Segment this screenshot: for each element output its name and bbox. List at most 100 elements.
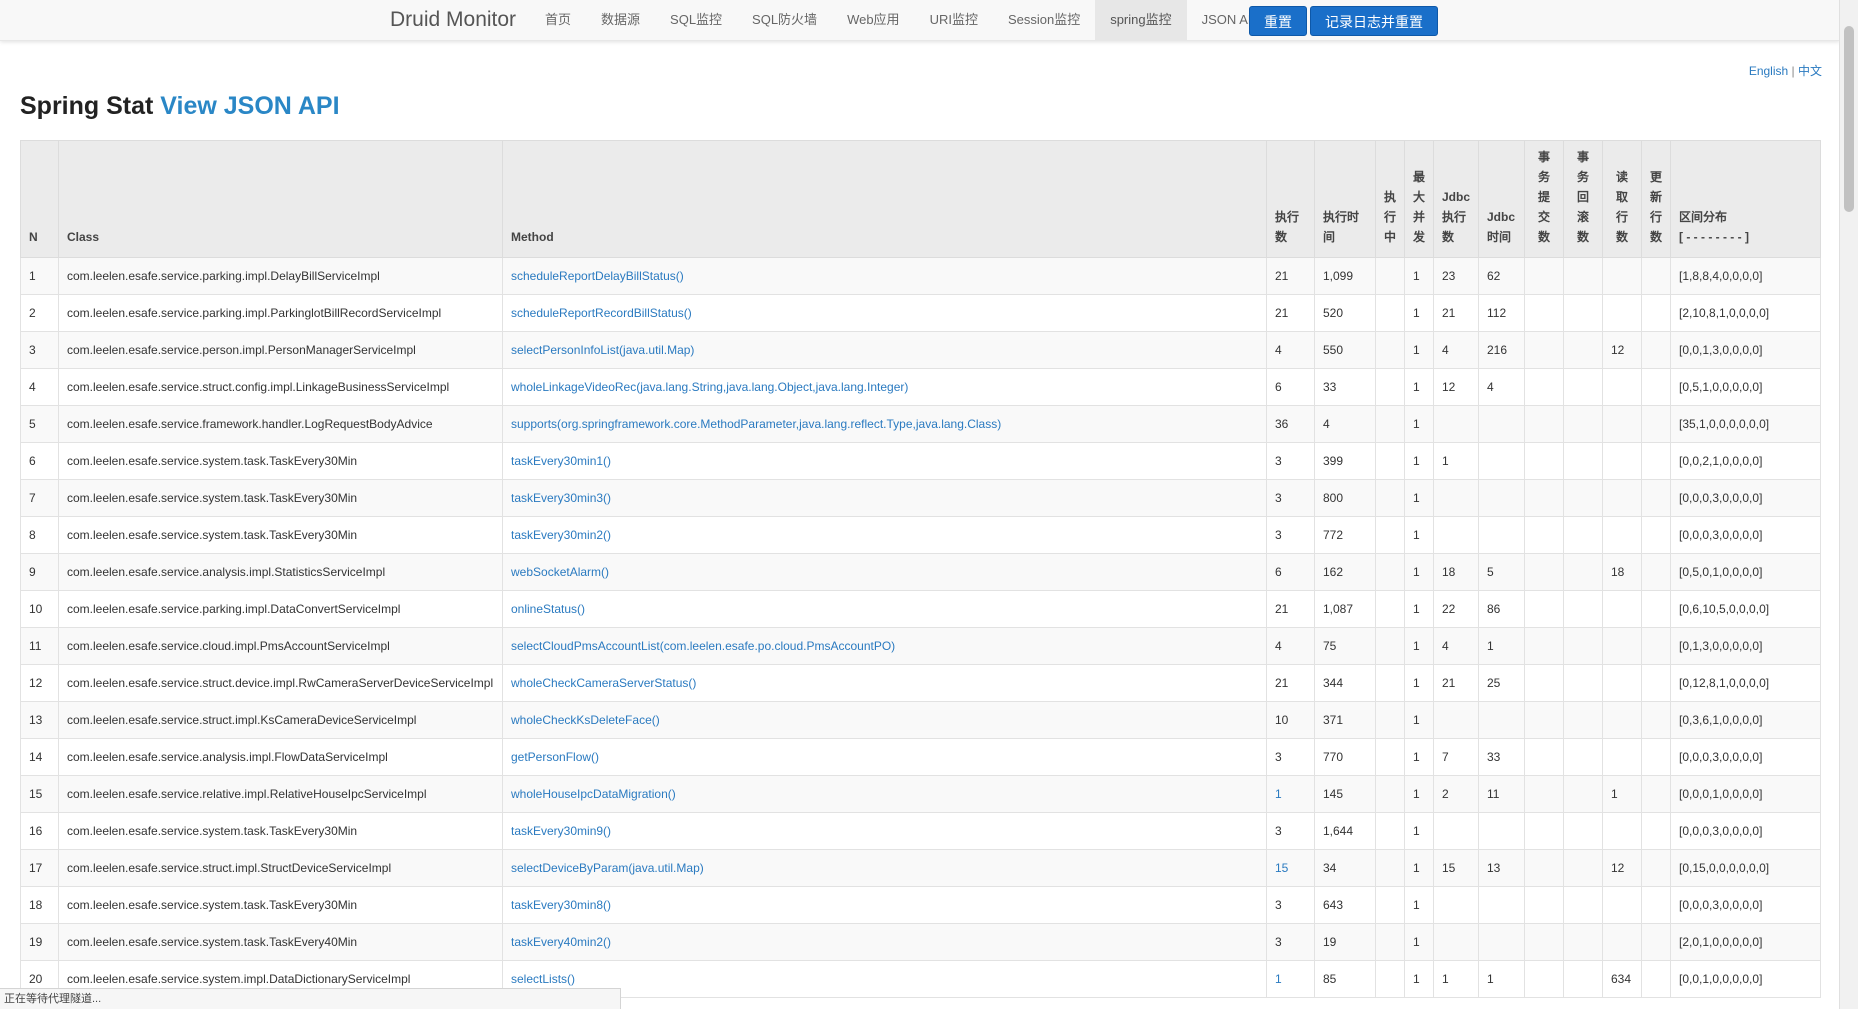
browser-status-bar: 正在等待代理隧道... bbox=[0, 988, 621, 1009]
cell-jdbc-exec-count: 4 bbox=[1433, 627, 1479, 665]
col-histogram[interactable]: 区间分布 [ - - - - - - - - ] bbox=[1670, 140, 1821, 258]
lang-chinese-link[interactable]: 中文 bbox=[1798, 64, 1822, 78]
col-jdbc-time[interactable]: Jdbc时间 bbox=[1478, 140, 1525, 258]
nav-item-3[interactable]: SQL防火墙 bbox=[737, 0, 832, 40]
cell-histogram: [0,12,8,1,0,0,0,0] bbox=[1670, 664, 1821, 702]
cell-histogram: [0,3,6,1,0,0,0,0] bbox=[1670, 701, 1821, 739]
cell-tx-commit bbox=[1524, 738, 1564, 776]
method-link[interactable]: selectLists() bbox=[511, 972, 575, 986]
brand-link[interactable]: Druid Monitor bbox=[390, 8, 516, 32]
method-link[interactable]: wholeCheckKsDeleteFace() bbox=[511, 713, 660, 727]
scrollbar-thumb[interactable] bbox=[1844, 26, 1854, 212]
reset-button[interactable]: 重置 bbox=[1249, 6, 1307, 36]
method-link[interactable]: selectDeviceByParam(java.util.Map) bbox=[511, 861, 704, 875]
method-link[interactable]: supports(org.springframework.core.Method… bbox=[511, 417, 1001, 431]
lang-english-link[interactable]: English bbox=[1749, 64, 1788, 78]
cell-fetch-rows bbox=[1602, 516, 1642, 554]
cell-tx-rollback bbox=[1563, 516, 1603, 554]
method-link[interactable]: taskEvery30min2() bbox=[511, 528, 611, 542]
col-jdbc-time-label: Jdbc时间 bbox=[1487, 210, 1516, 244]
vertical-scrollbar[interactable] bbox=[1839, 0, 1858, 1009]
table-row: 4 com.leelen.esafe.service.struct.config.… bbox=[20, 368, 1821, 406]
method-link[interactable]: taskEvery40min2() bbox=[511, 935, 611, 949]
spring-stat-table-wrapper: N Class Method 执行数 执行时间 执行中 最大并发 Jdbc执行数… bbox=[20, 140, 1821, 998]
col-n[interactable]: N bbox=[20, 140, 59, 258]
cell-tx-rollback bbox=[1563, 627, 1603, 665]
cell-class: com.leelen.esafe.service.parking.impl.De… bbox=[58, 257, 503, 295]
cell-max-concurrent: 1 bbox=[1404, 368, 1434, 406]
cell-jdbc-exec-count: 21 bbox=[1433, 294, 1479, 332]
col-update-rows[interactable]: 更新行数 bbox=[1641, 140, 1671, 258]
cell-exec-count: 15 bbox=[1266, 849, 1315, 887]
cell-fetch-rows: 12 bbox=[1602, 849, 1642, 887]
cell-update-rows bbox=[1641, 886, 1671, 924]
col-class[interactable]: Class bbox=[58, 140, 503, 258]
method-link[interactable]: taskEvery30min3() bbox=[511, 491, 611, 505]
cell-method: wholeCheckCameraServerStatus() bbox=[502, 664, 1267, 702]
cell-exec-count: 3 bbox=[1266, 738, 1315, 776]
method-link[interactable]: taskEvery30min9() bbox=[511, 824, 611, 838]
cell-n: 12 bbox=[20, 664, 59, 702]
cell-class: com.leelen.esafe.service.system.task.Tas… bbox=[58, 516, 503, 554]
cell-exec-count: 36 bbox=[1266, 405, 1315, 443]
table-row: 13 com.leelen.esafe.service.struct.impl.K… bbox=[20, 701, 1821, 739]
cell-exec-count: 21 bbox=[1266, 257, 1315, 295]
nav-item-2[interactable]: SQL监控 bbox=[655, 0, 737, 40]
log-and-reset-button[interactable]: 记录日志并重置 bbox=[1310, 6, 1438, 36]
method-link[interactable]: taskEvery30min8() bbox=[511, 898, 611, 912]
cell-jdbc-exec-count: 18 bbox=[1433, 553, 1479, 591]
method-link[interactable]: wholeLinkageVideoRec(java.lang.String,ja… bbox=[511, 380, 908, 394]
nav-item-6[interactable]: Session监控 bbox=[993, 0, 1095, 40]
view-json-api-link[interactable]: View JSON API bbox=[160, 92, 339, 120]
cell-exec-time: 162 bbox=[1314, 553, 1376, 591]
method-link[interactable]: selectCloudPmsAccountList(com.leelen.esa… bbox=[511, 639, 895, 653]
cell-tx-commit bbox=[1524, 701, 1564, 739]
cell-running bbox=[1375, 294, 1405, 332]
cell-exec-time: 772 bbox=[1314, 516, 1376, 554]
col-exec-time[interactable]: 执行时间 bbox=[1314, 140, 1376, 258]
cell-running bbox=[1375, 775, 1405, 813]
col-method[interactable]: Method bbox=[502, 140, 1267, 258]
method-link[interactable]: scheduleReportRecordBillStatus() bbox=[511, 306, 692, 320]
cell-running bbox=[1375, 960, 1405, 998]
method-link[interactable]: webSocketAlarm() bbox=[511, 565, 609, 579]
col-jdbc-exec-count[interactable]: Jdbc执行数 bbox=[1433, 140, 1479, 258]
cell-exec-count: 3 bbox=[1266, 516, 1315, 554]
method-link[interactable]: selectPersonInfoList(java.util.Map) bbox=[511, 343, 694, 357]
cell-jdbc-exec-count: 2 bbox=[1433, 775, 1479, 813]
nav-item-7[interactable]: spring监控 bbox=[1095, 0, 1187, 40]
cell-update-rows bbox=[1641, 590, 1671, 628]
cell-max-concurrent: 1 bbox=[1404, 738, 1434, 776]
method-link[interactable]: scheduleReportDelayBillStatus() bbox=[511, 269, 684, 283]
col-max-concurrent[interactable]: 最大并发 bbox=[1404, 140, 1434, 258]
cell-exec-count: 1 bbox=[1266, 775, 1315, 813]
nav-item-5[interactable]: URI监控 bbox=[915, 0, 993, 40]
method-link[interactable]: wholeHouseIpcDataMigration() bbox=[511, 787, 676, 801]
cell-update-rows bbox=[1641, 664, 1671, 702]
col-running[interactable]: 执行中 bbox=[1375, 140, 1405, 258]
col-fetch-rows[interactable]: 读取行数 bbox=[1602, 140, 1642, 258]
col-jdbc-exec-count-label: Jdbc执行数 bbox=[1442, 190, 1471, 244]
cell-method: selectPersonInfoList(java.util.Map) bbox=[502, 331, 1267, 369]
table-row: 5 com.leelen.esafe.service.framework.hand… bbox=[20, 405, 1821, 443]
cell-tx-rollback bbox=[1563, 849, 1603, 887]
nav-item-0[interactable]: 首页 bbox=[530, 0, 586, 40]
cell-fetch-rows bbox=[1602, 701, 1642, 739]
nav-item-4[interactable]: Web应用 bbox=[832, 0, 915, 40]
col-exec-count[interactable]: 执行数 bbox=[1266, 140, 1315, 258]
table-row: 10 com.leelen.esafe.service.parking.impl.… bbox=[20, 590, 1821, 628]
cell-running bbox=[1375, 627, 1405, 665]
cell-tx-commit bbox=[1524, 960, 1564, 998]
table-row: 2 com.leelen.esafe.service.parking.impl.P… bbox=[20, 294, 1821, 332]
nav-item-1[interactable]: 数据源 bbox=[586, 0, 655, 40]
method-link[interactable]: taskEvery30min1() bbox=[511, 454, 611, 468]
col-tx-commit[interactable]: 事务提交数 bbox=[1524, 140, 1564, 258]
method-link[interactable]: onlineStatus() bbox=[511, 602, 585, 616]
cell-exec-count: 10 bbox=[1266, 701, 1315, 739]
cell-method: taskEvery30min9() bbox=[502, 812, 1267, 850]
method-link[interactable]: wholeCheckCameraServerStatus() bbox=[511, 676, 696, 690]
col-tx-rollback[interactable]: 事务回滚数 bbox=[1563, 140, 1603, 258]
method-link[interactable]: getPersonFlow() bbox=[511, 750, 599, 764]
cell-method: wholeCheckKsDeleteFace() bbox=[502, 701, 1267, 739]
cell-running bbox=[1375, 923, 1405, 961]
